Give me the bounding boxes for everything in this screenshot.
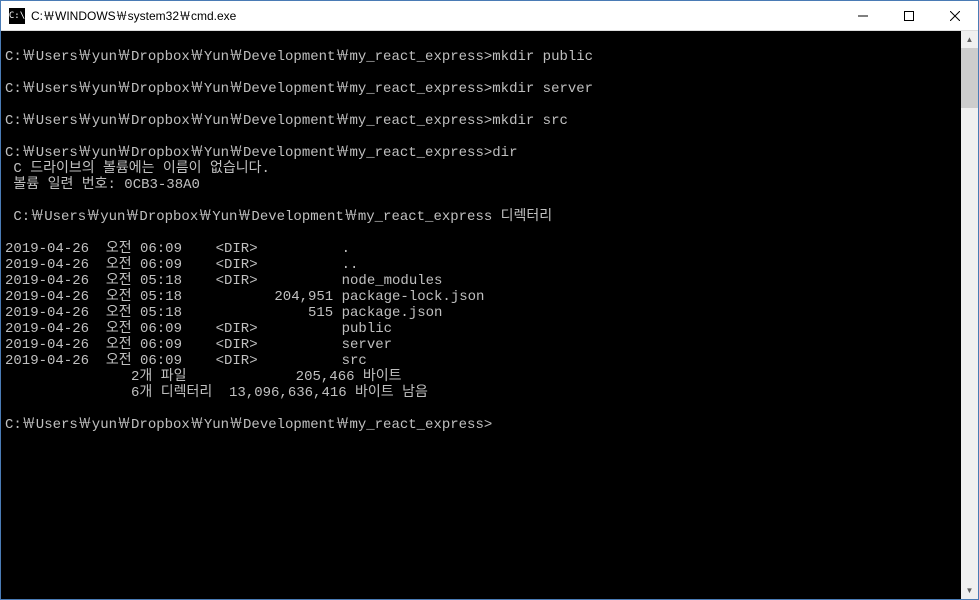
terminal-line: 2019-04-26 오전 06:09 <DIR> . <box>5 241 957 257</box>
close-button[interactable] <box>932 1 978 30</box>
terminal-line: 2019-04-26 오전 05:18 515 package.json <box>5 305 957 321</box>
scrollbar-down-arrow[interactable]: ▼ <box>961 582 978 599</box>
terminal-line: 2019-04-26 오전 05:18 204,951 package-lock… <box>5 289 957 305</box>
terminal-line: C:￦Users￦yun￦Dropbox￦Yun￦Development￦my_… <box>5 417 957 433</box>
terminal-line <box>5 225 957 241</box>
terminal-line: C:￦Users￦yun￦Dropbox￦Yun￦Development￦my_… <box>5 81 957 97</box>
scrollbar-track[interactable] <box>961 48 978 582</box>
scrollbar-up-arrow[interactable]: ▲ <box>961 31 978 48</box>
terminal-line: C:￦Users￦yun￦Dropbox￦Yun￦Development￦my_… <box>5 209 957 225</box>
terminal-line <box>5 65 957 81</box>
terminal-line: C:￦Users￦yun￦Dropbox￦Yun￦Development￦my_… <box>5 49 957 65</box>
terminal-line <box>5 33 957 49</box>
terminal-line: 2019-04-26 오전 06:09 <DIR> src <box>5 353 957 369</box>
terminal-output[interactable]: C:￦Users￦yun￦Dropbox￦Yun￦Development￦my_… <box>1 31 961 599</box>
terminal-line: 2019-04-26 오전 05:18 <DIR> node_modules <box>5 273 957 289</box>
terminal-line: 2019-04-26 오전 06:09 <DIR> .. <box>5 257 957 273</box>
terminal-wrapper: C:￦Users￦yun￦Dropbox￦Yun￦Development￦my_… <box>1 31 978 599</box>
window-titlebar[interactable]: C:\ C:￦WINDOWS￦system32￦cmd.exe <box>1 1 978 31</box>
window-controls <box>840 1 978 30</box>
window-title: C:￦WINDOWS￦system32￦cmd.exe <box>31 7 840 24</box>
terminal-line: 2개 파일 205,466 바이트 <box>5 369 957 385</box>
vertical-scrollbar[interactable]: ▲ ▼ <box>961 31 978 599</box>
terminal-line: C:￦Users￦yun￦Dropbox￦Yun￦Development￦my_… <box>5 113 957 129</box>
terminal-line: 2019-04-26 오전 06:09 <DIR> public <box>5 321 957 337</box>
terminal-line: 6개 디렉터리 13,096,636,416 바이트 남음 <box>5 385 957 401</box>
terminal-line: C 드라이브의 볼륨에는 이름이 없습니다. <box>5 161 957 177</box>
terminal-line <box>5 129 957 145</box>
terminal-line: 2019-04-26 오전 06:09 <DIR> server <box>5 337 957 353</box>
minimize-button[interactable] <box>840 1 886 30</box>
terminal-line <box>5 193 957 209</box>
cmd-icon: C:\ <box>9 8 25 24</box>
terminal-line <box>5 97 957 113</box>
terminal-line: C:￦Users￦yun￦Dropbox￦Yun￦Development￦my_… <box>5 145 957 161</box>
terminal-line <box>5 401 957 417</box>
terminal-line: 볼륨 일련 번호: 0CB3-38A0 <box>5 177 957 193</box>
scrollbar-thumb[interactable] <box>961 48 978 108</box>
maximize-button[interactable] <box>886 1 932 30</box>
